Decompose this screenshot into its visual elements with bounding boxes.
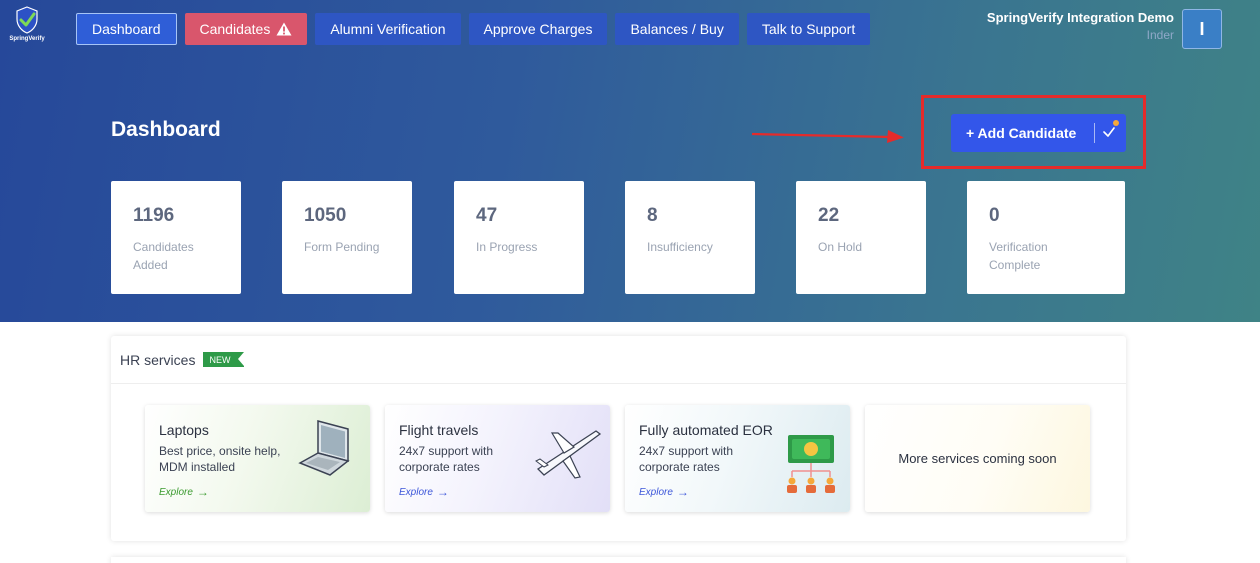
bottom-panel	[111, 557, 1126, 563]
stat-value: 8	[647, 205, 658, 226]
stat-card-candidates-added[interactable]: 1196 Candidates Added	[111, 181, 241, 294]
stat-label: Candidates Added	[133, 240, 194, 272]
stat-card-on-hold[interactable]: 22 On Hold	[796, 181, 926, 294]
page-title: Dashboard	[111, 118, 221, 141]
explore-link[interactable]: Explore →	[399, 485, 596, 499]
nav-support-label: Talk to Support	[761, 21, 856, 37]
service-card-eor[interactable]: Fully automated EOR 24x7 support with co…	[625, 405, 850, 512]
add-candidate-button[interactable]: + Add Candidate	[951, 114, 1126, 152]
hero-banner: SpringVerify Dashboard Candidates Alumni…	[0, 0, 1260, 322]
hr-services-title: HR services	[120, 351, 196, 368]
user-name: Inder	[1146, 28, 1174, 42]
stat-value: 1196	[133, 205, 175, 226]
nav-approve-charges[interactable]: Approve Charges	[468, 13, 608, 45]
stat-label: In Progress	[476, 240, 538, 254]
arrow-right-icon: →	[436, 485, 449, 499]
nav-alumni-verification[interactable]: Alumni Verification	[315, 13, 461, 45]
nav-candidates-label: Candidates	[199, 21, 271, 37]
service-desc: 24x7 support with corporate rates	[639, 444, 734, 474]
nav-dashboard-label: Dashboard	[92, 21, 161, 37]
airplane-icon	[535, 430, 602, 479]
nav-approve-label: Approve Charges	[483, 21, 593, 37]
stat-label: Form Pending	[304, 240, 380, 254]
avatar[interactable]: I	[1182, 9, 1222, 49]
stat-card-in-progress[interactable]: 47 In Progress	[454, 181, 584, 294]
arrow-right-icon: →	[676, 485, 689, 499]
service-card-coming-soon: More services coming soon	[865, 405, 1090, 512]
button-divider	[1094, 123, 1095, 143]
stat-label: On Hold	[818, 240, 863, 254]
annotation-arrow-icon	[751, 130, 904, 143]
nav-candidates[interactable]: Candidates	[184, 13, 308, 45]
user-info: SpringVerify Integration Demo Inder	[987, 10, 1174, 42]
top-nav: Dashboard Candidates Alumni Verification…	[76, 13, 878, 45]
stat-label: Insufficiency	[647, 240, 713, 254]
stat-card-form-pending[interactable]: 1050 Form Pending	[282, 181, 412, 294]
money-network-icon	[787, 435, 835, 493]
nav-balances-label: Balances / Buy	[630, 21, 724, 37]
brand-logo[interactable]: SpringVerify	[6, 6, 48, 54]
stat-value: 22	[818, 205, 840, 226]
stat-value: 47	[476, 205, 498, 226]
stat-card-verification-complete[interactable]: 0 Verification Complete	[967, 181, 1125, 294]
explore-label: Explore	[639, 486, 673, 498]
nav-alumni-label: Alumni Verification	[330, 21, 446, 37]
explore-link[interactable]: Explore →	[159, 485, 356, 499]
coming-soon-text: More services coming soon	[898, 451, 1057, 466]
nav-dashboard[interactable]: Dashboard	[76, 13, 177, 45]
service-card-flight-travels[interactable]: Flight travels 24x7 support with corpora…	[385, 405, 610, 512]
checkmark-dropdown-icon[interactable]	[1101, 124, 1117, 140]
shield-check-icon	[16, 6, 38, 34]
laptop-icon	[298, 420, 350, 476]
explore-label: Explore	[159, 486, 193, 498]
arrow-right-icon: →	[196, 485, 209, 499]
hr-services-section: HR services NEW Laptops Best price, onsi…	[111, 336, 1126, 541]
stat-label: Verification Complete	[989, 240, 1048, 272]
service-card-laptops[interactable]: Laptops Best price, onsite help, MDM ins…	[145, 405, 370, 512]
notification-dot	[1113, 120, 1119, 126]
nav-talk-to-support[interactable]: Talk to Support	[746, 13, 871, 45]
warning-icon	[276, 22, 292, 36]
new-badge: NEW	[203, 352, 245, 367]
stat-card-insufficiency[interactable]: 8 Insufficiency	[625, 181, 755, 294]
stat-value: 1050	[304, 205, 347, 226]
stat-value: 0	[989, 205, 1000, 226]
explore-label: Explore	[399, 486, 433, 498]
add-candidate-label: + Add Candidate	[966, 125, 1077, 141]
hr-services-header: HR services NEW	[111, 336, 1126, 384]
logo-text: SpringVerify	[9, 36, 45, 42]
service-desc: Best price, onsite help, MDM installed	[159, 444, 281, 474]
service-desc: 24x7 support with corporate rates	[399, 444, 494, 474]
page: SpringVerify Dashboard Candidates Alumni…	[0, 0, 1260, 563]
nav-balances-buy[interactable]: Balances / Buy	[615, 13, 739, 45]
user-org: SpringVerify Integration Demo	[986, 10, 1174, 25]
